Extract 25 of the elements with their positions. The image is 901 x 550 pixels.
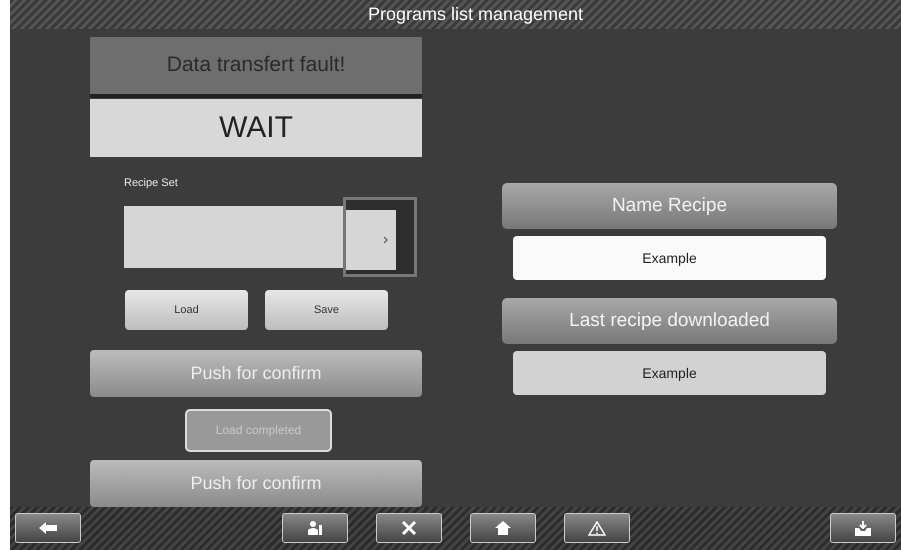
last-recipe-value: Example bbox=[513, 350, 826, 395]
name-recipe-value: Example bbox=[513, 236, 826, 280]
recipe-button[interactable]: Save bbox=[265, 290, 388, 330]
toolbar-button[interactable] bbox=[564, 513, 630, 544]
toolbar-button[interactable] bbox=[470, 513, 536, 544]
toolbar-button[interactable] bbox=[282, 513, 348, 544]
back-arrow-icon bbox=[39, 522, 57, 534]
confirm-button[interactable]: Push for confirm bbox=[90, 460, 422, 507]
warning-icon bbox=[588, 520, 606, 536]
confirm-button[interactable]: Push for confirm bbox=[90, 350, 422, 397]
home-icon bbox=[494, 521, 510, 536]
toolbar-button[interactable] bbox=[830, 513, 896, 544]
person-icon bbox=[306, 521, 322, 536]
name-recipe-header: Name Recipe bbox=[502, 182, 837, 229]
recipe-button[interactable]: Load bbox=[125, 290, 248, 330]
fault-message: Data transfert fault! bbox=[90, 36, 422, 98]
window-title: Programs list management bbox=[368, 4, 584, 25]
toolbar-button[interactable] bbox=[376, 513, 442, 544]
recipe-set-label: Recipe Set bbox=[124, 176, 178, 189]
recipe-set-field[interactable] bbox=[124, 206, 346, 268]
last-recipe-header: Last recipe downloaded bbox=[502, 298, 837, 344]
wait-message: WAIT bbox=[90, 98, 422, 157]
toolbar-button[interactable] bbox=[15, 513, 81, 544]
chevron-icon bbox=[383, 236, 388, 243]
download-tray-icon bbox=[854, 520, 872, 536]
